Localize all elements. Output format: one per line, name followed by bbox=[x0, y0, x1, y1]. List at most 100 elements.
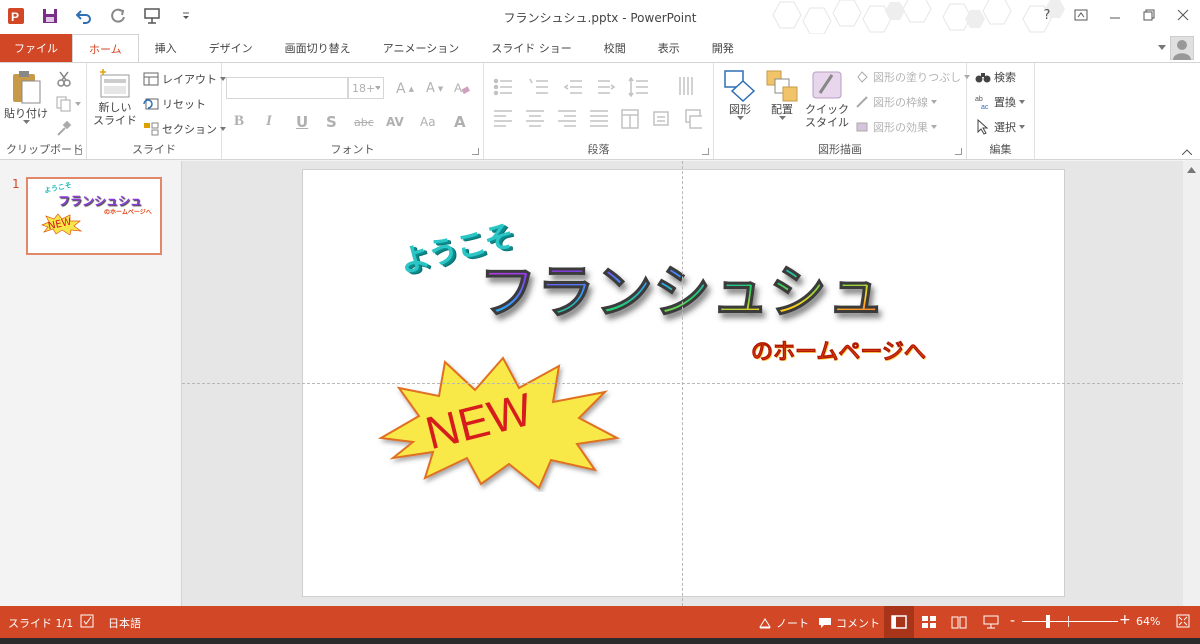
editing-group-label: 編集 bbox=[989, 143, 1012, 156]
format-painter-button[interactable] bbox=[56, 121, 72, 137]
char-spacing-button[interactable]: AV bbox=[386, 115, 404, 129]
taskbar-strip bbox=[0, 638, 1200, 644]
tab-transitions[interactable]: 画面切り替え bbox=[269, 34, 367, 62]
shape-fill-button[interactable]: 図形の塗りつぶし bbox=[854, 69, 971, 85]
close-icon[interactable] bbox=[1166, 0, 1200, 30]
shape-outline-button[interactable]: 図形の枠線 bbox=[854, 94, 937, 110]
reading-view-button[interactable] bbox=[944, 606, 974, 638]
copy-button[interactable] bbox=[56, 96, 81, 112]
slideshow-button[interactable] bbox=[976, 606, 1006, 638]
paragraph-launcher[interactable] bbox=[702, 148, 709, 155]
shape-effects-button[interactable]: 図形の効果 bbox=[854, 119, 937, 135]
scroll-up-icon[interactable] bbox=[1187, 167, 1196, 173]
shapes-button[interactable]: 図形 bbox=[720, 69, 760, 121]
reset-button[interactable]: リセット bbox=[143, 96, 206, 112]
layout-button[interactable]: レイアウト bbox=[143, 71, 226, 87]
spell-check-icon[interactable] bbox=[80, 614, 94, 628]
arrange-button[interactable]: 配置 bbox=[762, 69, 802, 121]
subtitle-text[interactable]: のホームページへ bbox=[751, 334, 927, 366]
change-case-button[interactable]: Aa bbox=[420, 115, 436, 129]
zoom-out-button[interactable]: - bbox=[1010, 613, 1015, 629]
zoom-level[interactable]: 64% bbox=[1136, 615, 1160, 628]
powerpoint-logo-icon[interactable]: P bbox=[6, 6, 26, 26]
grow-font-button[interactable]: A ▲ bbox=[396, 81, 414, 97]
paste-label: 貼り付け bbox=[4, 107, 48, 120]
tab-insert[interactable]: 挿入 bbox=[139, 34, 193, 62]
replace-button[interactable]: ab ac 置換 bbox=[975, 94, 1025, 110]
tab-developer[interactable]: 開発 bbox=[696, 34, 750, 62]
strikethrough-button[interactable]: abc bbox=[354, 116, 374, 129]
tab-review[interactable]: 校閲 bbox=[588, 34, 642, 62]
quick-styles-icon bbox=[812, 71, 842, 99]
horizontal-guide[interactable] bbox=[182, 383, 1200, 384]
minimize-icon[interactable] bbox=[1098, 0, 1132, 30]
reading-view-icon bbox=[951, 616, 967, 629]
redo-icon[interactable] bbox=[108, 6, 128, 26]
collapse-ribbon-icon[interactable] bbox=[1182, 149, 1192, 155]
tab-slideshow[interactable]: スライド ショー bbox=[475, 34, 588, 62]
quick-styles-label-2: スタイル bbox=[805, 116, 849, 129]
font-size-input[interactable]: 18+ bbox=[348, 77, 384, 99]
presentation-icon[interactable] bbox=[142, 6, 162, 26]
tab-animations[interactable]: アニメーション bbox=[367, 34, 476, 62]
shape-fill-label: 図形の塗りつぶし bbox=[873, 71, 962, 84]
svg-text:ab: ab bbox=[975, 96, 983, 103]
undo-icon[interactable] bbox=[74, 6, 94, 26]
language[interactable]: 日本語 bbox=[108, 615, 141, 631]
svg-text:P: P bbox=[11, 10, 19, 24]
comments-button[interactable]: コメント bbox=[818, 615, 880, 631]
zoom-in-button[interactable]: + bbox=[1119, 612, 1131, 628]
tab-file[interactable]: ファイル bbox=[0, 34, 72, 62]
clipboard-group-label: クリップボード bbox=[6, 143, 83, 156]
save-icon[interactable] bbox=[40, 6, 60, 26]
slide-sorter-button[interactable] bbox=[914, 606, 944, 638]
underline-button[interactable]: U bbox=[296, 113, 308, 131]
font-launcher[interactable] bbox=[472, 148, 479, 155]
shapes-icon bbox=[724, 70, 756, 103]
reset-label: リセット bbox=[162, 98, 206, 111]
text-shadow-button[interactable]: S bbox=[326, 113, 337, 131]
drawing-launcher[interactable] bbox=[955, 148, 962, 155]
slideshow-icon bbox=[983, 615, 999, 629]
find-button[interactable]: 検索 bbox=[975, 69, 1016, 85]
zoom-slider-thumb[interactable] bbox=[1046, 615, 1050, 628]
tab-home[interactable]: ホーム bbox=[72, 34, 139, 62]
fit-to-window-icon[interactable] bbox=[1176, 614, 1190, 628]
clipboard-launcher[interactable] bbox=[75, 148, 82, 155]
notes-button[interactable]: ノート bbox=[758, 615, 809, 631]
tab-design[interactable]: デザイン bbox=[193, 34, 269, 62]
section-button[interactable]: セクション bbox=[143, 121, 226, 137]
drawing-group-label: 図形描画 bbox=[818, 143, 862, 156]
clear-format-button[interactable]: A bbox=[454, 80, 470, 96]
slide-thumbnail[interactable]: ようこそ フランシュシュ のホームページへ NEW bbox=[26, 177, 162, 255]
zoom-slider-track[interactable] bbox=[1022, 621, 1118, 622]
italic-button[interactable]: I bbox=[266, 113, 272, 130]
font-color-button[interactable]: A bbox=[454, 113, 466, 131]
user-account[interactable] bbox=[1158, 36, 1194, 60]
shrink-font-button[interactable]: A ▼ bbox=[426, 81, 443, 96]
cut-button[interactable] bbox=[56, 71, 72, 87]
slide-sorter-icon bbox=[922, 616, 936, 628]
binoculars-icon bbox=[975, 69, 991, 85]
bold-button[interactable]: B bbox=[234, 113, 244, 130]
select-button[interactable]: 選択 bbox=[975, 119, 1025, 135]
help-icon[interactable]: ? bbox=[1030, 0, 1064, 30]
paste-button[interactable]: 貼り付け bbox=[4, 69, 48, 125]
new-slide-label-2: スライド bbox=[93, 114, 137, 127]
tab-view[interactable]: 表示 bbox=[642, 34, 696, 62]
new-slide-button[interactable]: 新しい スライド bbox=[93, 67, 137, 127]
slides-group-label: スライド bbox=[132, 143, 176, 156]
quick-styles-button[interactable]: クイック スタイル bbox=[804, 69, 850, 129]
section-icon bbox=[143, 121, 159, 137]
main-title[interactable]: フランシュシュ bbox=[473, 254, 893, 330]
window-controls: ? bbox=[1030, 0, 1200, 30]
vertical-scrollbar[interactable] bbox=[1183, 161, 1200, 606]
slide-count[interactable]: スライド 1/1 bbox=[8, 615, 73, 631]
restore-icon[interactable] bbox=[1132, 0, 1166, 30]
font-name-input[interactable] bbox=[226, 77, 348, 99]
normal-view-button[interactable] bbox=[884, 606, 914, 638]
customize-icon[interactable] bbox=[176, 6, 196, 26]
paragraph-controls[interactable] bbox=[492, 77, 702, 139]
paragraph-group: 段落 bbox=[484, 63, 714, 159]
ribbon-display-icon[interactable] bbox=[1064, 0, 1098, 30]
